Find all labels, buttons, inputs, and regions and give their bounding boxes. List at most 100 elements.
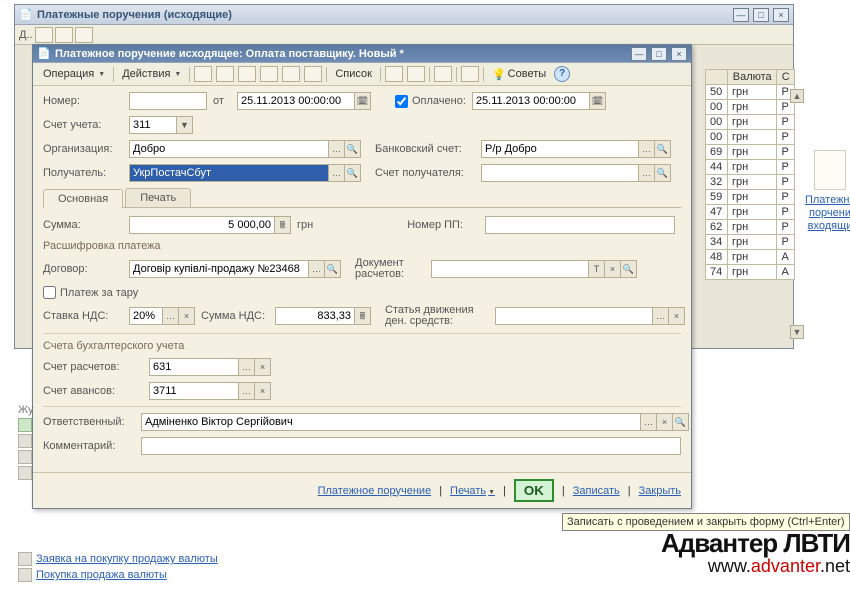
currency-trade-link[interactable]: Покупка продажа валюты (36, 569, 167, 581)
table-row[interactable]: 00грнР (706, 130, 795, 145)
select-icon[interactable]: … (329, 140, 345, 158)
table-row[interactable]: 44грнР (706, 160, 795, 175)
actions-menu[interactable]: Действия▼ (118, 67, 185, 81)
contract-field[interactable] (129, 260, 309, 278)
tare-checkbox[interactable]: Платеж за тару (43, 286, 138, 299)
table-row[interactable]: 74грнА (706, 265, 795, 280)
tb-post-icon[interactable] (260, 66, 278, 82)
tare-checkbox-input[interactable] (43, 286, 56, 299)
doc-icon[interactable] (18, 552, 32, 566)
clear-icon[interactable]: × (255, 382, 271, 400)
close-link[interactable]: Закрыть (639, 485, 681, 497)
close-button[interactable]: × (773, 8, 789, 22)
orders-grid[interactable]: Валюта С 50грнР00грнР00грнР00грнР69грнР4… (705, 69, 795, 280)
receiver-field[interactable] (129, 164, 329, 182)
toolbar-menu-placeholder[interactable]: Д.. (19, 29, 33, 41)
paid-checkbox-input[interactable] (395, 95, 408, 108)
incoming-orders-icon[interactable] (814, 150, 846, 190)
select-icon[interactable]: … (641, 413, 657, 431)
tb-basedon-icon[interactable] (304, 66, 322, 82)
select-icon[interactable]: … (309, 260, 325, 278)
grid-scroll-up[interactable]: ▲ (790, 89, 804, 103)
minimize-button[interactable]: — (733, 8, 749, 22)
toolbar-icon[interactable] (55, 27, 73, 43)
doc-icon[interactable] (18, 466, 32, 480)
search-icon[interactable]: 🔍 (673, 413, 689, 431)
search-icon[interactable]: 🔍 (621, 260, 637, 278)
col-amount-tail[interactable] (706, 70, 728, 85)
select-icon[interactable]: … (639, 164, 655, 182)
list-button[interactable]: Список (331, 67, 376, 81)
grid-scroll-down[interactable]: ▼ (790, 325, 804, 339)
search-icon[interactable]: 🔍 (345, 140, 361, 158)
help-icon[interactable]: ? (554, 66, 570, 82)
doc-icon[interactable] (18, 450, 32, 464)
movement-field[interactable] (495, 307, 653, 325)
select-icon[interactable]: … (239, 358, 255, 376)
select-icon[interactable]: … (163, 307, 179, 325)
advice-button[interactable]: 💡 Советы (488, 67, 550, 82)
tb-tt-icon[interactable] (434, 66, 452, 82)
table-row[interactable]: 62грнР (706, 220, 795, 235)
calculator-icon[interactable]: 🖩 (275, 216, 291, 234)
tb-refresh-icon[interactable] (216, 66, 234, 82)
date-field[interactable] (237, 92, 355, 110)
table-row[interactable]: 00грнР (706, 100, 795, 115)
tb-print-icon[interactable] (407, 66, 425, 82)
table-row[interactable]: 48грнА (706, 250, 795, 265)
dlg-close-button[interactable]: × (671, 47, 687, 61)
footer-print-menu[interactable]: Печать▼ (450, 485, 495, 497)
vat-sum-field[interactable] (275, 307, 355, 325)
table-row[interactable]: 59грнР (706, 190, 795, 205)
tb-save-icon[interactable] (194, 66, 212, 82)
tab-print[interactable]: Печать (125, 188, 191, 207)
doccalc-field[interactable] (431, 260, 589, 278)
dlg-maximize-button[interactable]: □ (651, 47, 667, 61)
dlg-minimize-button[interactable]: — (631, 47, 647, 61)
table-row[interactable]: 50грнР (706, 85, 795, 100)
table-row[interactable]: 47грнР (706, 205, 795, 220)
select-icon[interactable]: … (329, 164, 345, 182)
doc-icon[interactable] (18, 434, 32, 448)
table-row[interactable]: 34грнР (706, 235, 795, 250)
table-row[interactable]: 00грнР (706, 115, 795, 130)
clear-icon[interactable]: × (605, 260, 621, 278)
paid-date-field[interactable] (472, 92, 590, 110)
col-currency[interactable]: Валюта (727, 70, 777, 85)
select-icon[interactable]: … (239, 382, 255, 400)
tb-copy-icon[interactable] (238, 66, 256, 82)
search-icon[interactable]: 🔍 (655, 164, 671, 182)
calc-acc-combo[interactable] (149, 358, 239, 376)
currency-request-link[interactable]: Заявка на покупку продажу валюты (36, 553, 218, 565)
tb-structure-icon[interactable] (461, 66, 479, 82)
tab-main[interactable]: Основная (43, 189, 123, 208)
operation-menu[interactable]: Операция▼ (39, 67, 109, 81)
clear-icon[interactable]: × (255, 358, 271, 376)
tb-unpost-icon[interactable] (282, 66, 300, 82)
clear-icon[interactable]: × (657, 413, 673, 431)
toolbar-icon[interactable] (35, 27, 53, 43)
text-icon[interactable]: T (589, 260, 605, 278)
col-status[interactable]: С (777, 70, 795, 85)
adv-acc-combo[interactable] (149, 382, 239, 400)
doc-icon[interactable] (18, 418, 32, 432)
ppno-field[interactable] (485, 216, 675, 234)
calendar-icon[interactable]: 🗓 (590, 92, 606, 110)
ok-button[interactable]: OK (514, 479, 554, 502)
table-row[interactable]: 69грнР (706, 145, 795, 160)
calculator-icon[interactable]: 🖩 (355, 307, 371, 325)
select-icon[interactable]: … (639, 140, 655, 158)
vat-rate-combo[interactable] (129, 307, 163, 325)
table-row[interactable]: 32грнР (706, 175, 795, 190)
search-icon[interactable]: 🔍 (325, 260, 341, 278)
select-icon[interactable]: … (653, 307, 669, 325)
org-field[interactable] (129, 140, 329, 158)
tb-dt-kt-icon[interactable] (385, 66, 403, 82)
paid-checkbox[interactable]: Оплачено: (395, 95, 466, 108)
save-button[interactable]: Записать (573, 485, 620, 497)
doc-icon[interactable] (18, 568, 32, 582)
account-combo[interactable] (129, 116, 177, 134)
maximize-button[interactable]: □ (753, 8, 769, 22)
bank-field[interactable] (481, 140, 639, 158)
chevron-down-icon[interactable]: ▼ (177, 116, 193, 134)
